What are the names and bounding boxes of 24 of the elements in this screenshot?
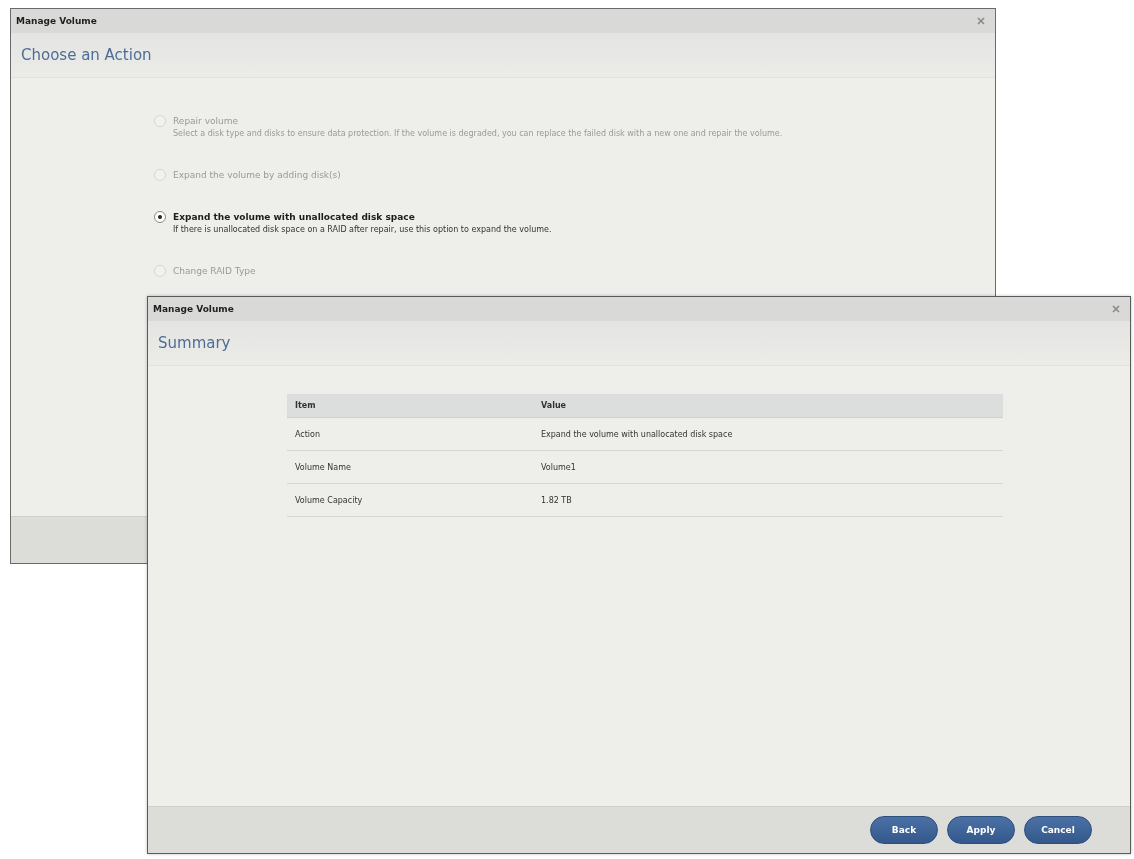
- wizard-heading: Summary: [158, 334, 231, 352]
- radio-button[interactable]: [154, 211, 166, 223]
- table-cell: Action: [295, 429, 321, 439]
- option-description: If there is unallocated disk space on a RAID after repair, use this option to expand the volume.: [173, 224, 552, 236]
- close-icon[interactable]: [977, 17, 985, 25]
- table-cell: Volume1: [541, 462, 576, 472]
- close-icon[interactable]: [1112, 305, 1120, 313]
- table-cell: Expand the volume with unallocated disk space: [541, 429, 733, 439]
- option-label: Expand the volume by adding disk(s): [173, 169, 341, 182]
- option-label: Repair volume: [173, 115, 240, 128]
- dialog-button[interactable]: Back: [870, 816, 938, 844]
- option-label: Expand the volume with unallocated disk space: [173, 211, 416, 224]
- dialog-button[interactable]: Cancel: [1024, 816, 1092, 844]
- table-cell: Volume Capacity: [295, 495, 363, 505]
- window-title: Manage Volume: [16, 16, 97, 26]
- option-label: Change RAID Type: [173, 265, 256, 278]
- wizard-heading: Choose an Action: [21, 46, 152, 64]
- column-header: Item: [295, 401, 316, 410]
- table-cell: Volume Name: [295, 462, 351, 472]
- table-cell: 1.82 TB: [541, 495, 572, 505]
- dialog-button[interactable]: Apply: [947, 816, 1015, 844]
- window-title: Manage Volume: [153, 304, 234, 314]
- column-header: Value: [541, 401, 566, 410]
- option-description: Select a disk type and disks to ensure data protection. If the volume is degraded, you can replace the failed disk with a new one and repair the volume.: [173, 128, 783, 140]
